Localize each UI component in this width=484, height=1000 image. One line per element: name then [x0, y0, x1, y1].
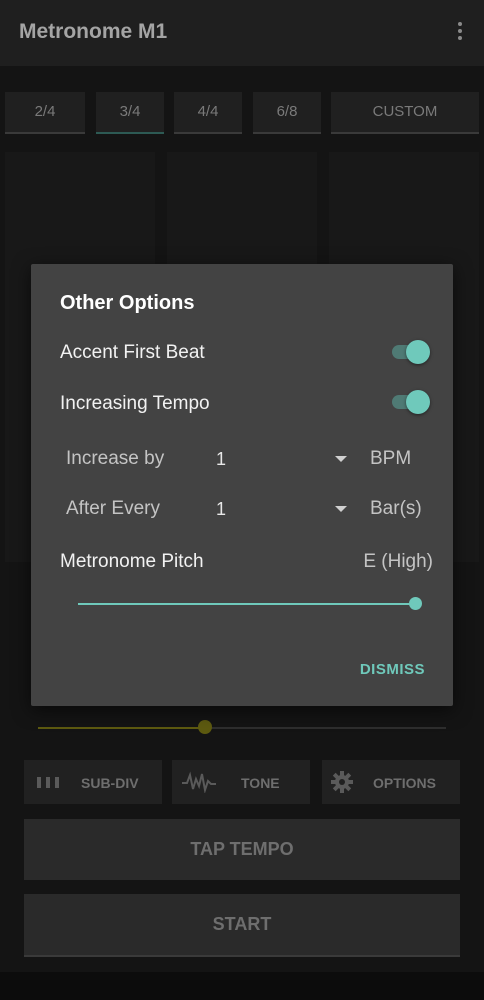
- tone-button[interactable]: TONE: [172, 760, 310, 804]
- metronome-pitch-label: Metronome Pitch: [60, 551, 204, 572]
- metronome-pitch-value: E (High): [363, 551, 433, 572]
- chevron-down-icon[interactable]: [335, 506, 347, 512]
- time-signature-tabs: 2/4 3/4 4/4 6/8 CUSTOM: [0, 92, 484, 134]
- increasing-tempo-label: Increasing Tempo: [60, 393, 210, 414]
- tab-2-4[interactable]: 2/4: [5, 92, 85, 134]
- after-every-select[interactable]: 1: [216, 499, 226, 520]
- app-bar: Metronome M1: [0, 0, 484, 66]
- dialog-title: Other Options: [60, 292, 195, 314]
- start-button[interactable]: START: [24, 894, 460, 957]
- pitch-slider-thumb[interactable]: [409, 597, 422, 610]
- tab-custom[interactable]: CUSTOM: [331, 92, 479, 134]
- subdiv-label: SUB-DIV: [81, 775, 139, 791]
- options-button[interactable]: OPTIONS: [322, 760, 460, 804]
- gear-icon: [331, 771, 353, 793]
- tempo-slider-thumb[interactable]: [198, 720, 213, 734]
- increase-by-select[interactable]: 1: [216, 449, 226, 470]
- toggle-knob: [406, 390, 430, 414]
- accent-first-beat-label: Accent First Beat: [60, 342, 205, 363]
- accent-first-beat-toggle[interactable]: [390, 339, 430, 365]
- tab-6-8[interactable]: 6/8: [253, 92, 321, 134]
- subdiv-button[interactable]: SUB-DIV: [24, 760, 162, 804]
- options-label: OPTIONS: [373, 775, 437, 791]
- more-vert-icon[interactable]: [456, 22, 464, 44]
- navigation-bar: [0, 972, 484, 1000]
- increase-by-label: Increase by: [66, 448, 165, 469]
- tap-tempo-button[interactable]: TAP TEMPO: [24, 819, 460, 880]
- after-every-unit: Bar(s): [370, 498, 422, 519]
- toggle-knob: [406, 340, 430, 364]
- tone-label: TONE: [241, 775, 280, 791]
- tempo-slider[interactable]: [38, 720, 446, 734]
- subdivision-icon: [37, 777, 59, 788]
- pitch-slider-fill: [78, 603, 415, 605]
- other-options-dialog: Other Options Accent First Beat Increasi…: [31, 264, 453, 706]
- tempo-slider-fill: [38, 727, 206, 729]
- tab-4-4[interactable]: 4/4: [174, 92, 242, 134]
- increasing-tempo-toggle[interactable]: [390, 389, 430, 415]
- after-every-label: After Every: [66, 498, 160, 519]
- app-title: Metronome M1: [19, 20, 168, 43]
- dismiss-button[interactable]: DISMISS: [360, 661, 425, 678]
- pitch-slider[interactable]: [78, 597, 422, 610]
- tab-3-4[interactable]: 3/4: [96, 92, 164, 134]
- waveform-icon: [182, 771, 216, 793]
- increase-by-unit: BPM: [370, 448, 412, 469]
- chevron-down-icon[interactable]: [335, 456, 347, 462]
